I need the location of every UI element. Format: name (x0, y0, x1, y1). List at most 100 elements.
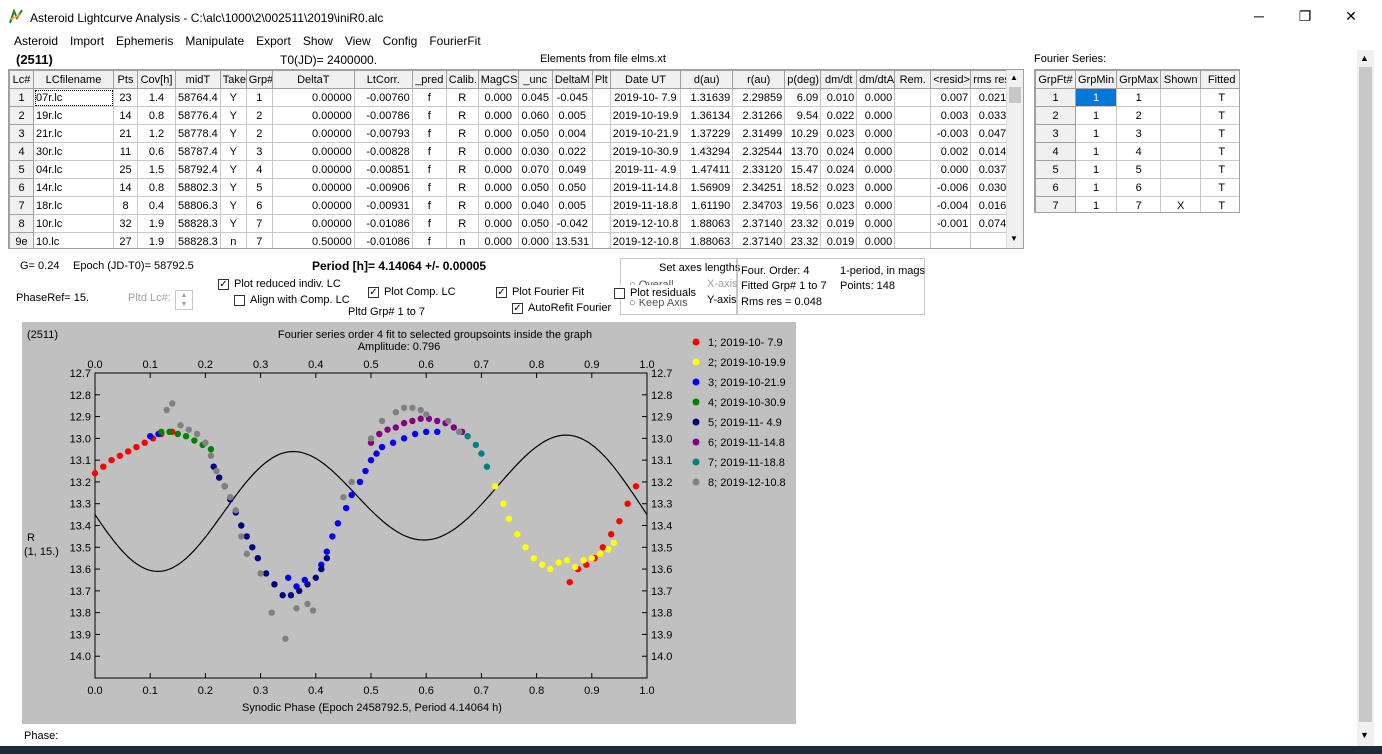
table-cell[interactable]: 1.61190 (680, 196, 734, 215)
table-cell[interactable]: 0.005 (551, 196, 593, 215)
table-cell[interactable]: f (411, 160, 447, 179)
column-header[interactable]: Grp# (245, 70, 273, 89)
table-row[interactable]: 9e 10.lc 27 1.9 58828.3 n 7 0.50000 -0.01086 f n 0.… (9, 232, 1010, 248)
column-header[interactable]: DeltaM (551, 70, 593, 89)
table-cell[interactable]: 1.5 (137, 160, 176, 179)
autorefit-checkbox[interactable]: ✓ (512, 303, 523, 314)
fourier-row[interactable]: 515 T (1035, 160, 1239, 179)
table-cell[interactable]: 0.019 (820, 232, 858, 248)
window-scrollbar[interactable]: ▲ ▼ (1357, 50, 1374, 746)
table-cell[interactable]: n (445, 232, 479, 248)
table-cell[interactable] (894, 106, 932, 125)
column-header[interactable]: Cov[h] (137, 70, 176, 89)
table-cell[interactable]: 0.022 (820, 106, 858, 125)
table-cell[interactable]: 8 (113, 196, 138, 215)
fourier-cell[interactable] (1160, 142, 1202, 161)
fourier-cell[interactable]: 1 (1074, 142, 1118, 161)
table-cell[interactable]: f (411, 196, 447, 215)
table-cell[interactable]: 0.00000 (271, 196, 355, 215)
table-cell[interactable]: f (411, 214, 447, 233)
table-cell[interactable]: R (445, 88, 479, 107)
fourier-cell[interactable]: T (1200, 196, 1239, 212)
table-cell[interactable]: 0.040 (517, 196, 553, 215)
table-cell[interactable]: -0.042 (551, 214, 593, 233)
table-cell[interactable]: n (219, 232, 247, 248)
window-scroll-up-icon[interactable]: ▲ (1360, 53, 1369, 63)
grid-scroll-thumb[interactable] (1009, 87, 1021, 103)
table-cell[interactable]: 0.000 (856, 124, 896, 143)
table-cell[interactable]: 0.000 (856, 232, 896, 248)
table-cell[interactable] (591, 142, 611, 161)
table-cell[interactable]: -0.00793 (353, 124, 413, 143)
fourier-column-header[interactable]: GrpMax (1116, 70, 1162, 89)
fourier-cell[interactable] (1160, 124, 1202, 143)
table-cell[interactable]: 0.8 (137, 106, 176, 125)
table-cell[interactable]: -0.01086 (353, 232, 413, 248)
column-header[interactable]: Lc# (9, 70, 34, 89)
table-cell[interactable]: 0.6 (137, 142, 176, 161)
fourier-row-header[interactable]: 6 (1035, 178, 1076, 197)
fourier-cell[interactable]: 1 (1074, 178, 1118, 197)
fourier-cell[interactable]: T (1200, 160, 1239, 179)
column-header[interactable]: LtCorr. (353, 70, 413, 89)
table-cell[interactable]: 2 (245, 106, 273, 125)
row-header[interactable]: 2 (9, 106, 34, 125)
table-cell[interactable] (894, 142, 932, 161)
table-cell[interactable] (591, 196, 611, 215)
table-cell[interactable]: 58764.4 (175, 88, 221, 107)
table-cell[interactable]: 2.31266 (732, 106, 786, 125)
table-cell[interactable]: 18.52 (784, 178, 822, 197)
plot-reduced-checkbox[interactable]: ✓ (218, 279, 229, 290)
table-cell[interactable]: 27 (113, 232, 138, 248)
table-cell[interactable]: 1.47411 (680, 160, 734, 179)
row-header[interactable]: 7 (9, 196, 34, 215)
table-cell[interactable]: 21r.lc (33, 124, 114, 143)
fourier-row-header[interactable]: 5 (1035, 160, 1076, 179)
table-cell[interactable]: Y (219, 160, 247, 179)
table-cell[interactable] (591, 178, 611, 197)
lightcurve-grid[interactable]: Lc# LCfilename Pts Cov[h] midT Take Grp# DeltaT… (8, 69, 1024, 249)
menu-import[interactable]: Import (64, 32, 110, 50)
column-header[interactable]: r(au) (732, 70, 786, 89)
table-cell[interactable]: 6.09 (784, 88, 822, 107)
table-cell[interactable]: -0.00851 (353, 160, 413, 179)
table-cell[interactable]: 0.00000 (271, 88, 355, 107)
table-cell[interactable]: 0.000 (856, 88, 896, 107)
table-cell[interactable]: 1.4 (137, 88, 176, 107)
fourier-grid[interactable]: GrpFt# GrpMin GrpMax Shown Fitted 1 1 1 T 2 1 2 T 3 1 3… (1034, 69, 1240, 213)
table-cell[interactable]: 1.43294 (680, 142, 734, 161)
table-cell[interactable]: 0.021 (970, 88, 1010, 107)
table-cell[interactable]: 58806.3 (175, 196, 221, 215)
table-cell[interactable]: 58776.4 (175, 106, 221, 125)
table-cell[interactable]: -0.00760 (353, 88, 413, 107)
lightcurve-plot[interactable]: (2511) Fourier series order 4 fit to sele… (22, 322, 796, 724)
table-cell[interactable]: 0.8 (137, 178, 176, 197)
column-header[interactable]: MagCS (477, 70, 519, 89)
table-row[interactable]: 8 10r.lc 32 1.9 58828.3 Y 7 0.00000 -0.01086 f R 0.… (9, 214, 1010, 233)
table-cell[interactable]: 1.31639 (680, 88, 734, 107)
fourier-row-header[interactable]: 7 (1035, 196, 1076, 212)
table-cell[interactable]: 14 (113, 178, 138, 197)
table-cell[interactable]: 0.037 (970, 160, 1010, 179)
table-cell[interactable]: 1 (245, 88, 273, 107)
plot-residuals-checkbox[interactable] (614, 288, 625, 299)
table-cell[interactable]: f (411, 232, 447, 248)
table-cell[interactable]: -0.00786 (353, 106, 413, 125)
column-header[interactable]: rms res (970, 70, 1010, 89)
table-cell[interactable]: 2.29859 (732, 88, 786, 107)
row-header[interactable]: 5 (9, 160, 34, 179)
table-cell[interactable]: 0.024 (820, 160, 858, 179)
fourier-row-header[interactable]: 2 (1035, 106, 1076, 125)
table-cell[interactable]: 2.31499 (732, 124, 786, 143)
table-cell[interactable]: 2.34251 (732, 178, 786, 197)
table-cell[interactable]: 0.050 (517, 178, 553, 197)
table-cell[interactable]: 2.37140 (732, 232, 786, 248)
table-cell[interactable]: Y (219, 142, 247, 161)
table-cell[interactable]: 2019-10-19.9 (609, 106, 682, 125)
table-cell[interactable]: 0.00000 (271, 178, 355, 197)
column-header[interactable]: Pts (113, 70, 138, 89)
table-cell[interactable]: Y (219, 88, 247, 107)
menu-asteroid[interactable]: Asteroid (8, 32, 64, 50)
table-cell[interactable]: R (445, 142, 479, 161)
fourier-row-header[interactable]: 3 (1035, 124, 1076, 143)
